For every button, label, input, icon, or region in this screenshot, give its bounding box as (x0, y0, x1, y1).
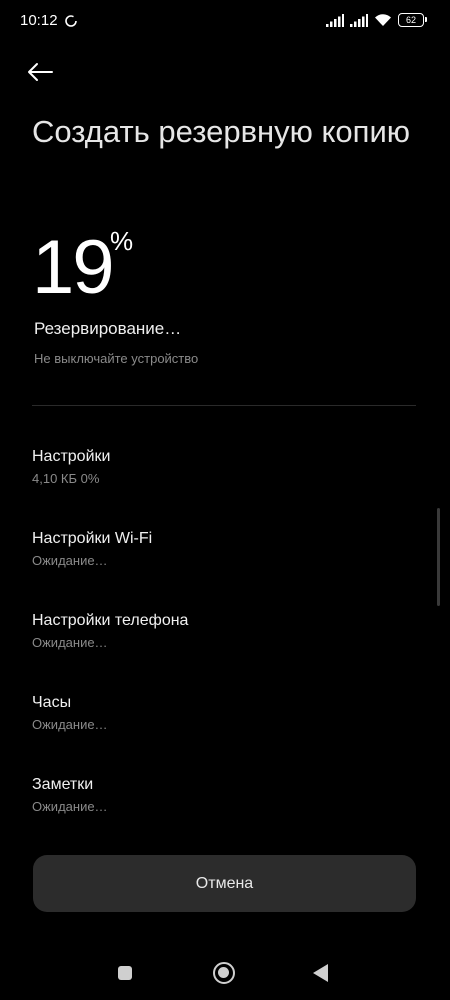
list-item-title: Настройки Wi-Fi (32, 530, 153, 547)
list-item: Настройки телефона Ожидание… (32, 610, 416, 692)
list-item-title: Настройки телефона (32, 612, 189, 629)
list-item-title: Настройки (32, 448, 111, 465)
list-item: Заметки Ожидание… (32, 774, 416, 856)
sync-icon (65, 15, 77, 27)
battery-level: 62 (405, 14, 416, 25)
page-title: Создать резервную копию (32, 114, 411, 149)
status-icons: 62 (326, 13, 427, 27)
scrollbar[interactable] (437, 508, 440, 606)
list-item-status: Ожидание… (32, 717, 108, 732)
navigation-bar (0, 950, 450, 994)
wifi-icon (375, 14, 391, 26)
progress-unit: % (110, 226, 134, 256)
list-item-status: Ожидание… (32, 799, 108, 814)
list-item: Настройки Wi-Fi Ожидание… (32, 528, 416, 610)
cancel-button[interactable]: Отмена (33, 855, 416, 912)
status-bar: 10:12 62 (0, 0, 450, 44)
home-icon[interactable] (213, 962, 235, 984)
list-item-status: Ожидание… (32, 635, 108, 650)
list-item-title: Часы (32, 694, 72, 711)
divider (32, 405, 416, 406)
progress-status: Резервирование… (34, 319, 182, 338)
battery-icon: 62 (398, 13, 427, 27)
back-icon[interactable] (313, 964, 328, 982)
list-item-title: Заметки (32, 776, 94, 793)
recent-apps-icon[interactable] (118, 966, 132, 980)
arrow-left-icon (28, 63, 53, 81)
progress-hint: Не выключайте устройство (34, 351, 199, 366)
signal-icon (326, 13, 344, 27)
list-item-status: 4,10 КБ 0% (32, 471, 100, 486)
progress-percent: 19 (32, 225, 115, 310)
status-time: 10:12 (20, 12, 58, 29)
list-item: Часы Ожидание… (32, 692, 416, 774)
list-item-status: Ожидание… (32, 553, 108, 568)
signal-icon-2 (350, 13, 368, 27)
backup-items-list: Настройки 4,10 КБ 0% Настройки Wi-Fi Ожи… (32, 446, 416, 856)
back-button[interactable] (26, 54, 66, 90)
list-item: Настройки 4,10 КБ 0% (32, 446, 416, 528)
